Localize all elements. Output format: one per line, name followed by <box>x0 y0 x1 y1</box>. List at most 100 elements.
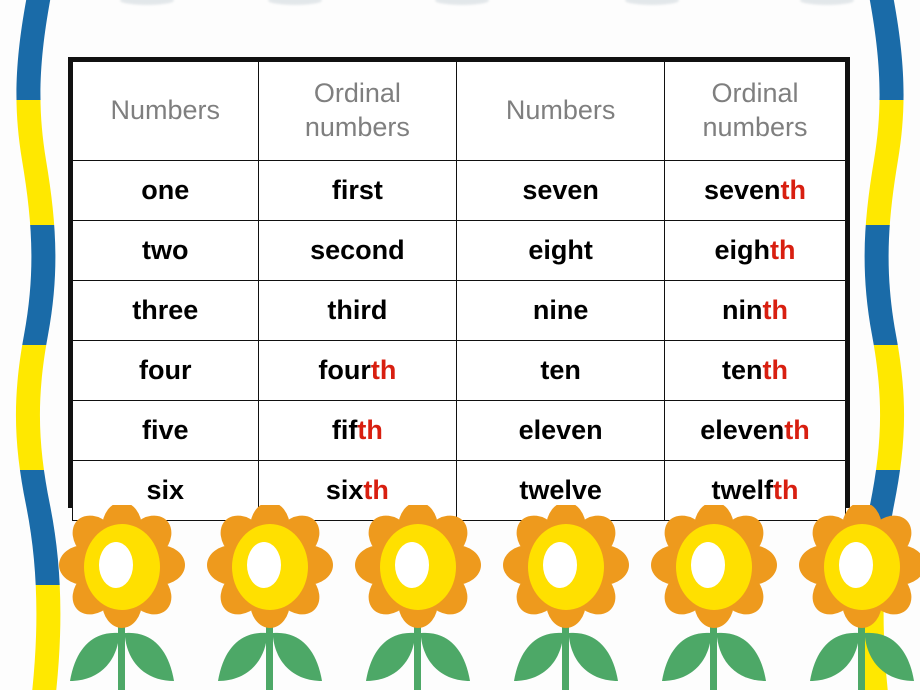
flower-petal <box>873 545 920 585</box>
cell-ordinal-left: fifth <box>257 400 458 461</box>
flower-petal <box>717 568 764 615</box>
flower-petal <box>503 545 555 585</box>
flower-center <box>824 524 900 610</box>
ordinal-stem: six <box>325 475 364 505</box>
cell-number-left: two <box>72 220 259 281</box>
flower-center <box>84 524 160 610</box>
ordinal-stem: nin <box>722 295 763 325</box>
ordinal-suffix: th <box>762 355 788 385</box>
flower-petal <box>429 545 481 585</box>
cell-number-right: ten <box>456 340 666 401</box>
flower-petal <box>569 568 616 615</box>
flower-icon <box>52 502 192 690</box>
column-header-ordinal-right: Ordinal numbers <box>664 61 846 161</box>
cell-ordinal-left: second <box>257 220 458 281</box>
cell-ordinal-right: ninth <box>664 280 846 341</box>
flower-petal <box>842 576 882 628</box>
flower-center <box>676 524 752 610</box>
table-row: one first seven seventh <box>72 160 846 221</box>
flower-petal <box>59 545 111 585</box>
flower-petal <box>725 545 777 585</box>
flower-petal <box>72 568 119 615</box>
flower-petal <box>133 545 185 585</box>
flower-petal <box>102 576 142 628</box>
ordinal-stem: ten <box>722 355 763 385</box>
flower-icon <box>496 502 636 690</box>
cell-ordinal-right: seventh <box>664 160 846 221</box>
flower-petal <box>799 545 851 585</box>
numbers-table: Numbers Ordinal numbers Numbers Ordinal … <box>68 57 850 521</box>
flower-petal <box>516 568 563 615</box>
ordinal-suffix: th <box>770 235 796 265</box>
flower-petal <box>125 568 172 615</box>
table-row: two second eight eighth <box>72 220 846 281</box>
ordinal-suffix: th <box>762 295 788 325</box>
flower-petal <box>812 568 859 615</box>
slide-canvas: Numbers Ordinal numbers Numbers Ordinal … <box>0 0 920 690</box>
table-row: six sixth twelve twelfth <box>72 460 846 521</box>
flower-petal <box>368 568 415 615</box>
flower-decoration-row <box>0 502 920 690</box>
cell-number-left: one <box>72 160 259 221</box>
ordinal-stem: eigh <box>714 235 771 265</box>
flower-petal <box>207 545 259 585</box>
flower-inner-oval <box>691 542 725 588</box>
cell-ordinal-right: twelfth <box>664 460 846 521</box>
flower-inner-oval <box>395 542 429 588</box>
flower-petal <box>651 545 703 585</box>
top-ghost-shape <box>435 0 489 5</box>
top-ghost-shape <box>625 0 679 5</box>
ordinal-suffix: th <box>773 475 799 505</box>
cell-ordinal-left: third <box>257 280 458 341</box>
ordinal-stem: fif <box>331 415 358 445</box>
flower-inner-oval <box>99 542 133 588</box>
cell-ordinal-right: tenth <box>664 340 846 401</box>
flower-inner-oval <box>543 542 577 588</box>
flower-petal <box>273 568 320 615</box>
ordinal-suffix: th <box>784 415 810 445</box>
left-decorative-band <box>0 0 70 690</box>
flower-petal <box>421 568 468 615</box>
flower-petal <box>694 576 734 628</box>
flower-petal <box>281 545 333 585</box>
ordinal-stem: four <box>318 355 371 385</box>
right-decorative-band <box>850 0 920 690</box>
ordinal-stem: second <box>310 235 405 265</box>
flower-icon <box>348 502 488 690</box>
ordinal-stem: third <box>327 295 388 325</box>
flower-petal <box>577 545 629 585</box>
table-row: five fifth eleven eleventh <box>72 400 846 461</box>
cell-ordinal-left: sixth <box>257 460 458 521</box>
top-ghost-shape <box>268 0 322 5</box>
top-ghost-shape <box>120 0 174 5</box>
ordinal-suffix: th <box>363 475 389 505</box>
flower-petal <box>842 502 882 554</box>
flower-inner-oval <box>839 542 873 588</box>
cell-number-right: nine <box>456 280 666 341</box>
flower-petal <box>220 568 267 615</box>
cell-number-right: twelve <box>456 460 666 521</box>
flower-inner-oval <box>247 542 281 588</box>
cell-ordinal-right: eleventh <box>664 400 846 461</box>
table-row: four fourth ten tenth <box>72 340 846 401</box>
table-row: three third nine ninth <box>72 280 846 341</box>
flower-petal <box>664 568 711 615</box>
flower-center <box>528 524 604 610</box>
ordinal-stem: eleven <box>700 415 785 445</box>
flower-center <box>380 524 456 610</box>
ordinal-stem: twelf <box>711 475 774 505</box>
table-header-row: Numbers Ordinal numbers Numbers Ordinal … <box>72 61 846 161</box>
flower-petal <box>355 545 407 585</box>
cell-number-left: six <box>72 460 259 521</box>
flower-petal <box>865 515 912 562</box>
column-header-numbers-right: Numbers <box>456 61 666 161</box>
ordinal-stem: first <box>331 175 383 205</box>
cell-ordinal-left: first <box>257 160 458 221</box>
flower-icon <box>644 502 784 690</box>
flower-icon <box>200 502 340 690</box>
column-header-ordinal-left: Ordinal numbers <box>257 61 458 161</box>
cell-ordinal-left: fourth <box>257 340 458 401</box>
flower-petal <box>250 576 290 628</box>
cell-ordinal-right: eighth <box>664 220 846 281</box>
flower-petal <box>398 576 438 628</box>
